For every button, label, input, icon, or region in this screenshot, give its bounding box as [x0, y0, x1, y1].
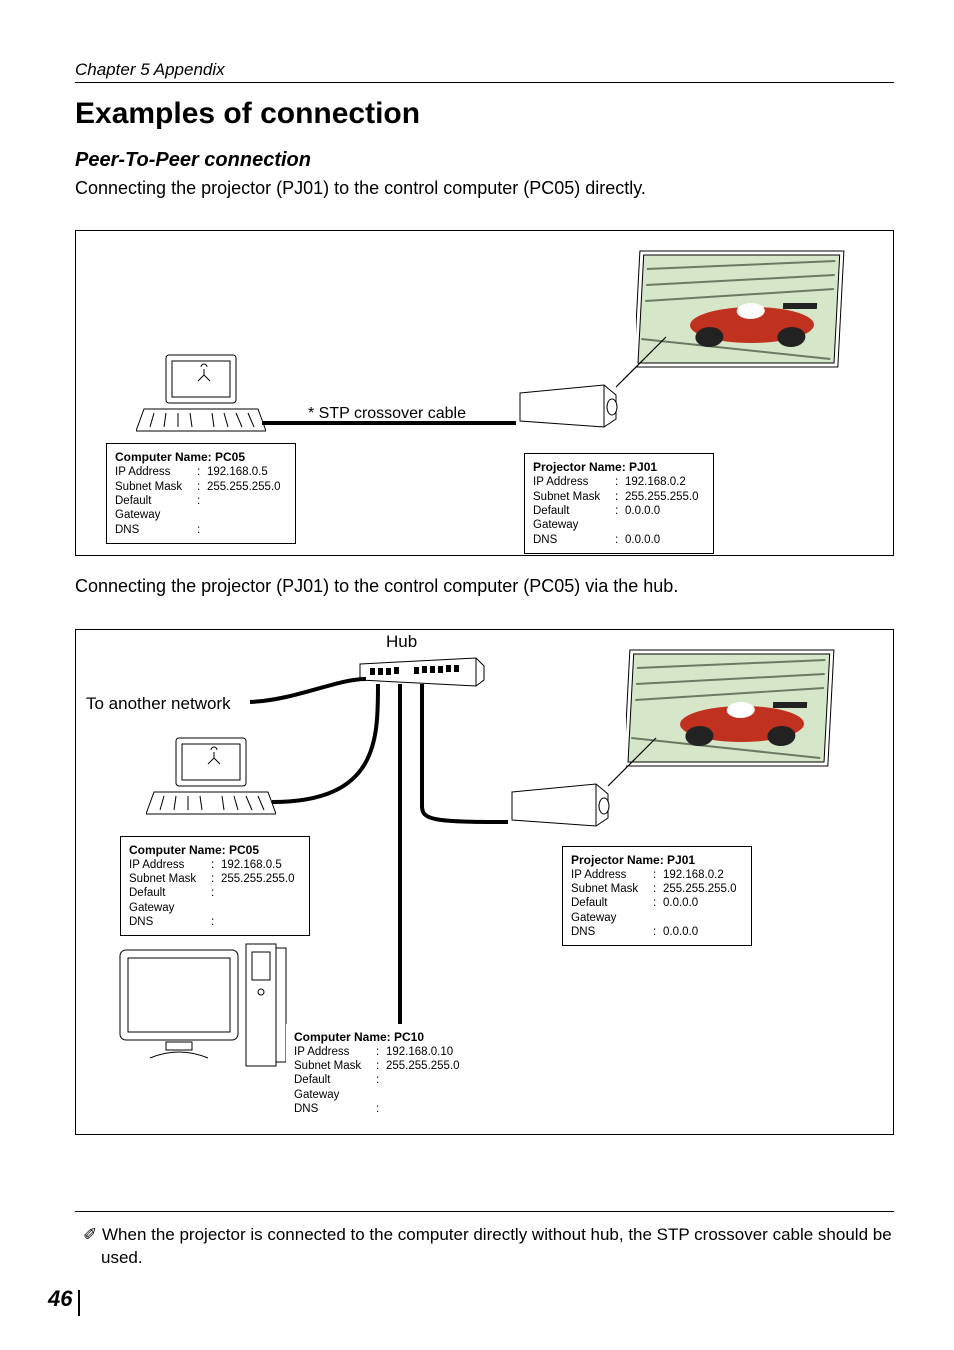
section-title: Peer-To-Peer connection: [75, 149, 894, 172]
intro-para-1: Connecting the projector (PJ01) to the c…: [75, 176, 894, 200]
footnote-text: When the projector is connected to the c…: [101, 1225, 892, 1267]
chapter-header: Chapter 5 Appendix: [75, 60, 894, 83]
diagram-direct-connection: * STP crossover cable Computer Name: PC0…: [75, 230, 894, 556]
page-title: Examples of connection: [75, 97, 894, 131]
info-box-pc05: Computer Name: PC05IP Address:192.168.0.…: [106, 443, 296, 544]
intro-para-2: Connecting the projector (PJ01) to the c…: [75, 574, 894, 598]
page-rule: [78, 1290, 80, 1316]
page-number: 46: [48, 1286, 72, 1312]
cable-label: * STP crossover cable: [308, 405, 466, 423]
footnote-mark-icon: ✐: [83, 1225, 97, 1244]
info-box-pj01: Projector Name: PJ01IP Address:192.168.0…: [562, 846, 752, 947]
info-box-pc10: Computer Name: PC10IP Address:192.168.0.…: [286, 1024, 482, 1123]
footnote: ✐ When the projector is connected to the…: [75, 1211, 894, 1270]
diagram-hub-connection: Hub: [75, 629, 894, 1135]
info-box-pj01: Projector Name: PJ01IP Address:192.168.0…: [524, 453, 714, 554]
info-box-pc05: Computer Name: PC05IP Address:192.168.0.…: [120, 836, 310, 937]
